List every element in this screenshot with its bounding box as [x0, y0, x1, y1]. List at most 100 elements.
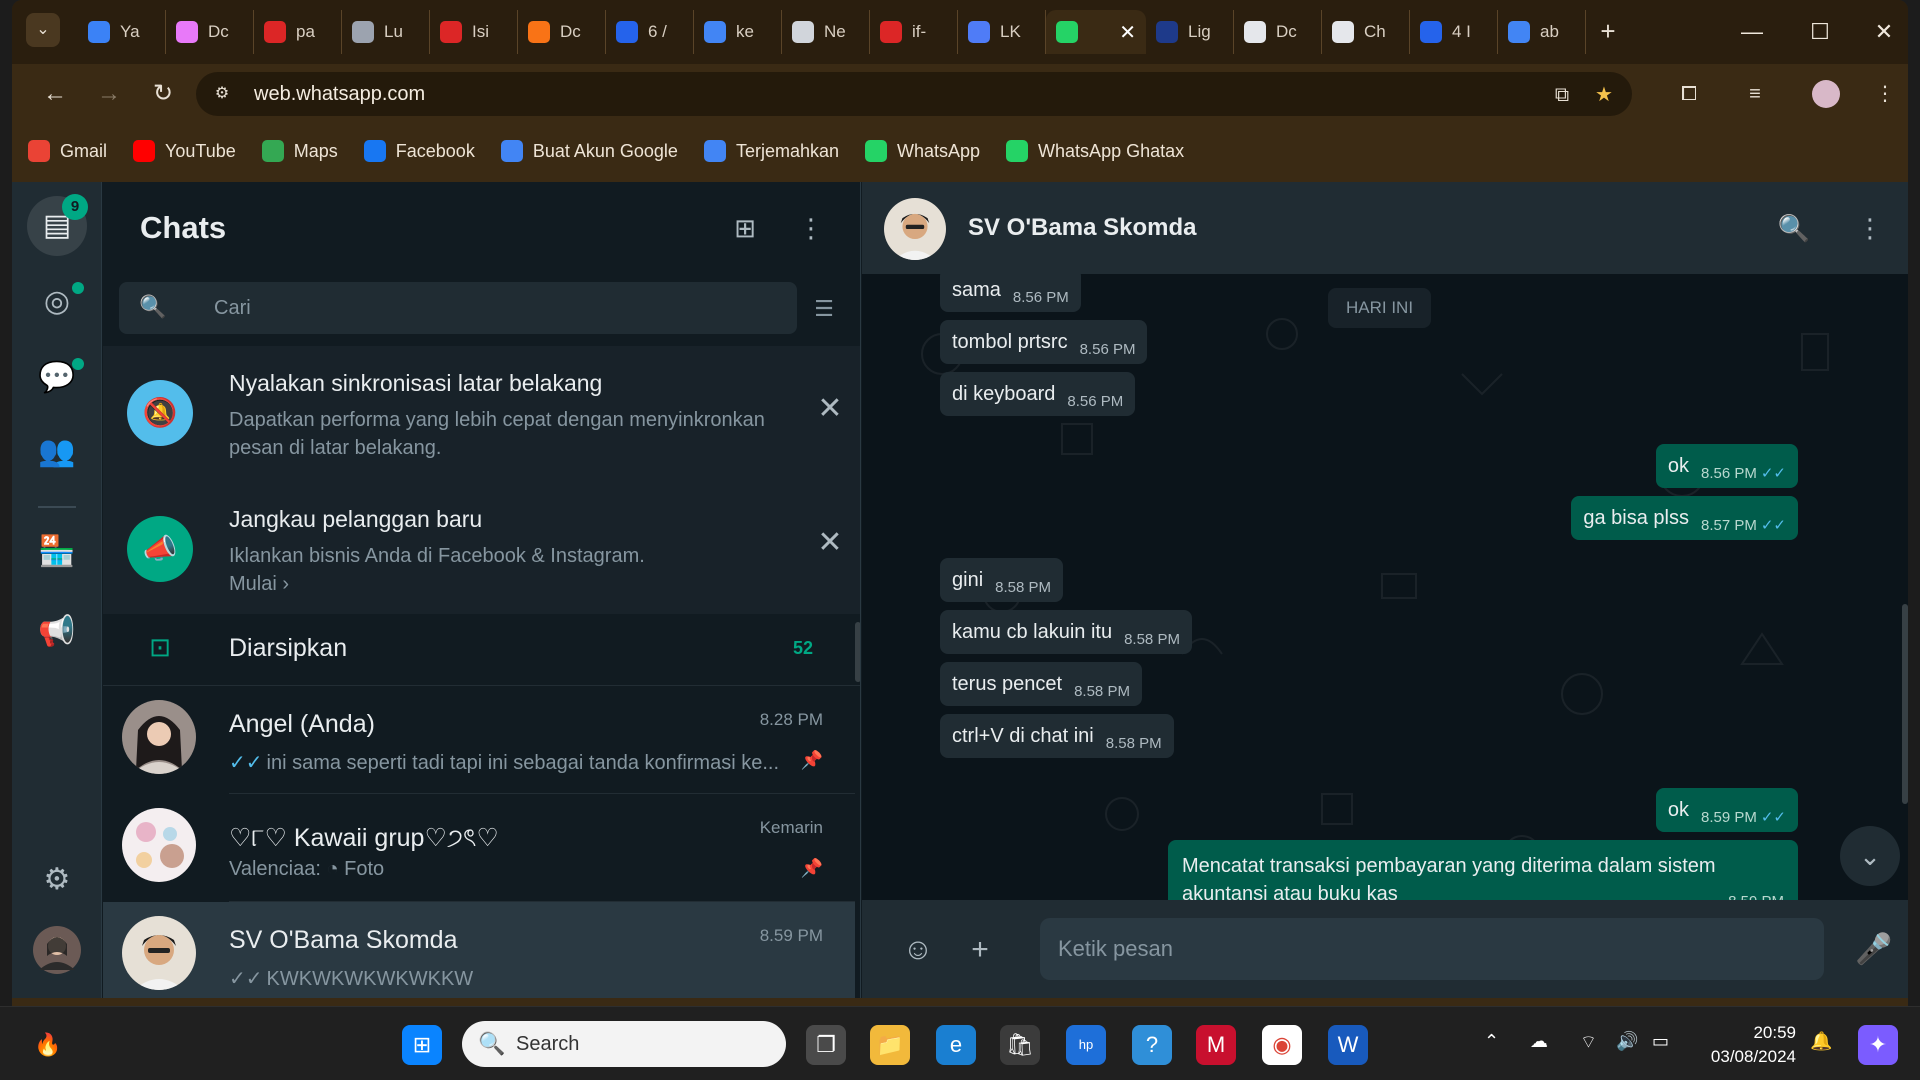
contact-avatar[interactable]: [884, 198, 946, 260]
chat-row-angel[interactable]: Angel (Anda) 8.28 PM ✓✓ ini sama seperti …: [103, 686, 855, 794]
reload-button[interactable]: ↻: [146, 77, 180, 111]
start-windows-icon[interactable]: ⊞: [402, 1025, 442, 1065]
chat-row-sv-obama-skomda[interactable]: SV O'Bama Skomda 8.59 PM ✓✓ KWKWKWKWKWKKW: [103, 902, 855, 998]
file-explorer-icon[interactable]: 📁: [870, 1025, 910, 1065]
advertise-nav-icon[interactable]: 📢: [27, 602, 87, 662]
incoming-message[interactable]: kamu cb lakuin itu 8.58 PM: [940, 610, 1192, 654]
outgoing-message[interactable]: ok 8.56 PM ✓✓: [1655, 444, 1798, 488]
microphone-icon[interactable]: 🎤: [1852, 928, 1896, 972]
bookmark-item[interactable]: Gmail: [28, 140, 107, 162]
notice-link-label[interactable]: Mulai: [229, 573, 277, 595]
background-sync-notice[interactable]: 🔕 Nyalakan sinkronisasi latar belakang D…: [103, 346, 860, 480]
outgoing-message[interactable]: ok 8.59 PM ✓✓: [1655, 788, 1798, 832]
extensions-icon[interactable]: ⧠: [1672, 77, 1706, 111]
chat-list-scrollbar[interactable]: [855, 622, 860, 682]
browser-tab[interactable]: Lig: [1146, 10, 1234, 54]
search-box[interactable]: 🔍: [119, 282, 797, 334]
contact-name[interactable]: SV O'Bama Skomda: [968, 214, 1196, 242]
communities-nav-icon[interactable]: 👥: [27, 422, 87, 482]
volume-icon[interactable]: 🔊: [1616, 1031, 1638, 1052]
taskbar-search[interactable]: 🔍 Search: [462, 1021, 786, 1067]
close-tab-icon[interactable]: ✕: [1119, 20, 1136, 45]
chat-list-menu-icon[interactable]: ⋮: [791, 208, 831, 248]
incoming-message[interactable]: di keyboard 8.56 PM: [940, 372, 1136, 416]
bookmark-star-icon[interactable]: ★: [1590, 81, 1618, 109]
browser-tab[interactable]: Dc: [166, 10, 254, 54]
clock[interactable]: 20:59 03/08/2024: [1700, 1021, 1796, 1069]
task-view-icon[interactable]: ❐: [806, 1025, 846, 1065]
browser-tab[interactable]: 4 I: [1410, 10, 1498, 54]
browser-menu-icon[interactable]: ⋮: [1868, 77, 1902, 111]
conversation-menu-icon[interactable]: ⋮: [1850, 208, 1890, 248]
settings-gear-icon[interactable]: ⚙: [27, 850, 87, 910]
browser-tab[interactable]: ke: [694, 10, 782, 54]
browser-tab[interactable]: Ya: [78, 10, 166, 54]
search-icon[interactable]: 🔍: [1774, 208, 1814, 248]
bookmark-item[interactable]: YouTube: [133, 140, 236, 162]
minimize-button[interactable]: —: [1732, 14, 1772, 50]
close-icon[interactable]: ✕: [813, 526, 847, 560]
tab-whatsapp-active[interactable]: ✕: [1046, 10, 1146, 54]
conversation-scrollbar[interactable]: [1902, 604, 1908, 804]
forward-button[interactable]: →: [92, 77, 126, 111]
browser-tab[interactable]: Isi: [430, 10, 518, 54]
archived-row[interactable]: ⊡ Diarsipkan 52: [103, 610, 860, 686]
chat-row-kawaii-grup[interactable]: ♡୮♡ Kawaii grup♡੭ৎ♡ Kemarin Valenciaa: ◔…: [103, 794, 855, 902]
bookmark-item[interactable]: WhatsApp: [865, 140, 980, 162]
browser-tab[interactable]: ab: [1498, 10, 1586, 54]
incoming-message[interactable]: gini 8.58 PM: [940, 558, 1064, 602]
notice-link[interactable]: Mulai ›: [229, 570, 289, 598]
advertise-notice[interactable]: 📣 Jangkau pelanggan baru Iklankan bisnis…: [103, 480, 860, 614]
store-icon[interactable]: 🛍: [1000, 1025, 1040, 1065]
chrome-icon[interactable]: ◉: [1262, 1025, 1302, 1065]
browser-tab[interactable]: 6 /: [606, 10, 694, 54]
mcafee-icon[interactable]: M: [1196, 1025, 1236, 1065]
browser-tab[interactable]: Ne: [782, 10, 870, 54]
battery-icon[interactable]: ▭: [1652, 1031, 1669, 1052]
widgets-icon[interactable]: 🔥: [28, 1025, 68, 1065]
myhp-icon[interactable]: hp: [1066, 1025, 1106, 1065]
message-input[interactable]: [1040, 918, 1824, 980]
conversation-header[interactable]: SV O'Bama Skomda 🔍 ⋮: [862, 182, 1908, 274]
url-text[interactable]: web.whatsapp.com: [254, 83, 425, 106]
browser-tab[interactable]: if-: [870, 10, 958, 54]
outgoing-message[interactable]: Mencatat transaksi pembayaran yang diter…: [1168, 840, 1798, 900]
close-icon[interactable]: ✕: [813, 392, 847, 426]
incoming-message[interactable]: ctrl+V di chat ini 8.58 PM: [940, 714, 1174, 758]
onedrive-cloud-icon[interactable]: ☁: [1530, 1031, 1548, 1052]
browser-tab[interactable]: Dc: [1234, 10, 1322, 54]
edge-browser-icon[interactable]: e: [936, 1025, 976, 1065]
bookmark-item[interactable]: WhatsApp Ghatax: [1006, 140, 1184, 162]
notification-bell-icon[interactable]: 🔔: [1810, 1031, 1832, 1052]
close-window-button[interactable]: ✕: [1864, 14, 1904, 50]
wifi-icon[interactable]: ⌔: [1580, 1031, 1597, 1054]
browser-tab[interactable]: pa: [254, 10, 342, 54]
tray-chevron-icon[interactable]: ⌃: [1484, 1031, 1499, 1052]
browser-tab[interactable]: LK: [958, 10, 1046, 54]
bookmark-item[interactable]: Buat Akun Google: [500, 140, 678, 162]
maximize-button[interactable]: ☐: [1800, 14, 1840, 50]
filter-icon[interactable]: ☰: [807, 292, 841, 326]
new-chat-icon[interactable]: ⊞: [725, 208, 765, 248]
profile-avatar[interactable]: [27, 920, 87, 980]
site-info-icon[interactable]: ⚙: [210, 82, 234, 106]
bookmark-item[interactable]: Facebook: [363, 140, 475, 162]
outgoing-message[interactable]: ga bisa plss 8.57 PM ✓✓: [1571, 496, 1798, 540]
media-controls-icon[interactable]: ≡: [1738, 77, 1772, 111]
word-icon[interactable]: W: [1328, 1025, 1368, 1065]
bookmark-item[interactable]: Maps: [261, 140, 338, 162]
browser-tab[interactable]: Dc: [518, 10, 606, 54]
browser-tab[interactable]: Ch: [1322, 10, 1410, 54]
channels-nav-icon[interactable]: 💬: [27, 348, 87, 408]
incoming-message[interactable]: terus pencet 8.58 PM: [940, 662, 1142, 706]
status-nav-icon[interactable]: ◎: [27, 272, 87, 332]
new-tab-button[interactable]: +: [1586, 10, 1630, 54]
copilot-icon[interactable]: ✦: [1858, 1025, 1898, 1065]
scroll-down-chevron-icon[interactable]: ⌄: [1840, 826, 1900, 886]
address-bar[interactable]: ⚙ web.whatsapp.com ⧉ ★: [196, 72, 1632, 116]
search-input[interactable]: [214, 292, 774, 324]
bookmark-item[interactable]: Terjemahkan: [703, 140, 839, 162]
attach-plus-icon[interactable]: +: [958, 928, 1002, 972]
profile-avatar[interactable]: [1812, 80, 1840, 108]
tab-search-chevron-icon[interactable]: ⌄: [26, 13, 60, 47]
